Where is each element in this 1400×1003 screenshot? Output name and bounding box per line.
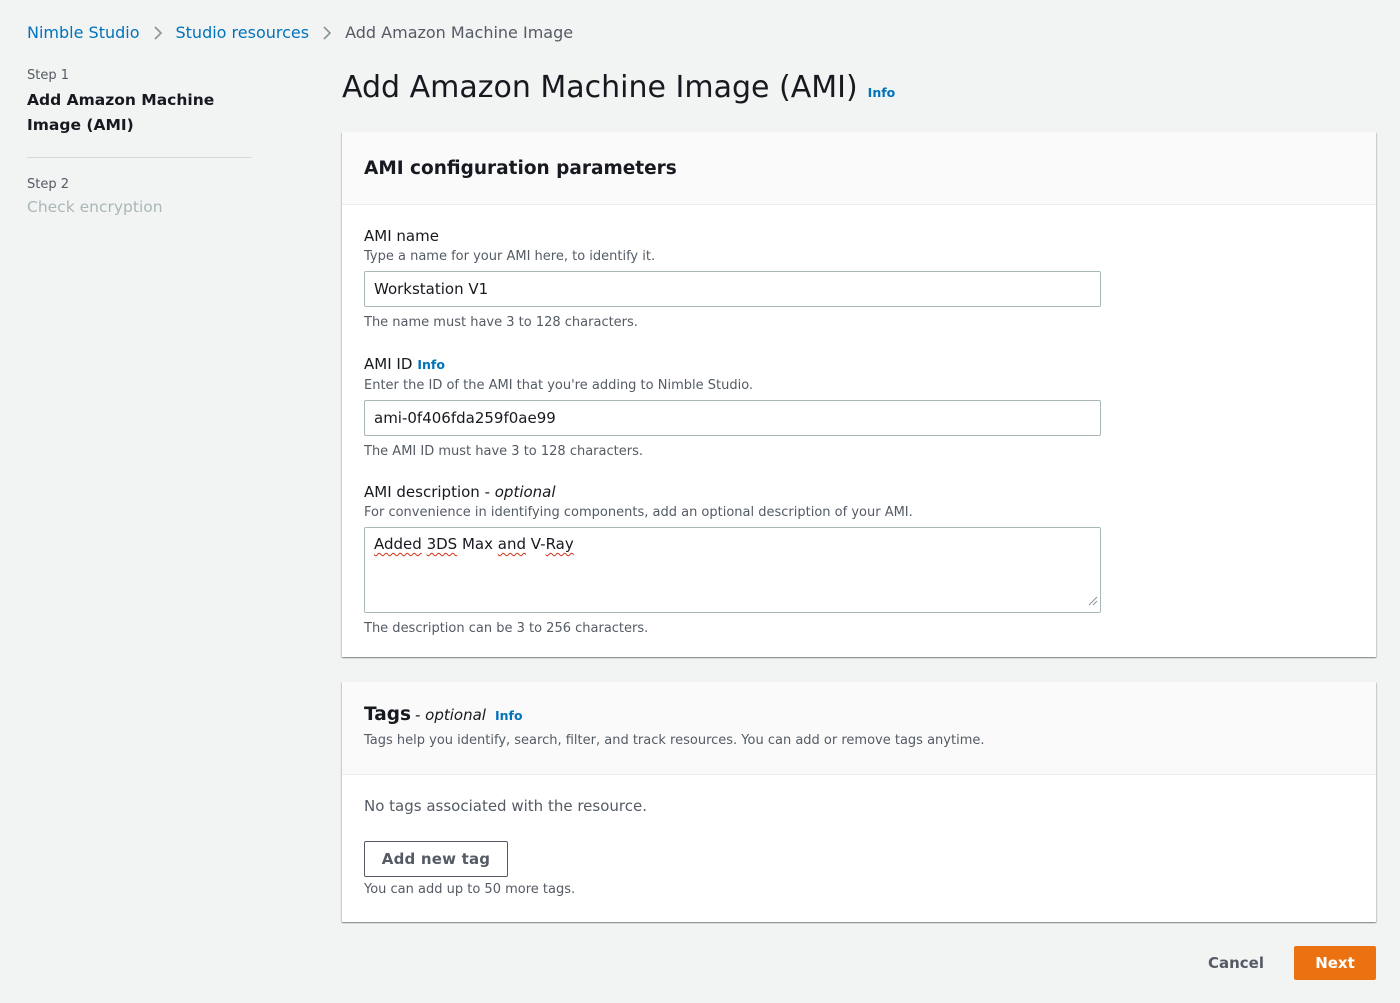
step-1-title: Add Amazon Machine Image (AMI) xyxy=(27,91,215,134)
breadcrumb-studio-resources[interactable]: Studio resources xyxy=(176,23,310,42)
ami-id-field: AMI ID Info Enter the ID of the AMI that… xyxy=(364,354,1101,461)
tags-title: Tags xyxy=(364,704,411,725)
cancel-button[interactable]: Cancel xyxy=(1193,946,1279,980)
ami-name-constraint: The name must have 3 to 128 characters. xyxy=(364,315,638,330)
misspelled-word: 3DS xyxy=(426,535,458,553)
step-2-title: Check encryption xyxy=(27,198,163,216)
no-tags-message: No tags associated with the resource. xyxy=(364,797,647,815)
ami-config-container: AMI configuration parameters AMI name Ty… xyxy=(342,132,1376,657)
ami-description-wrapper: Added 3DS Max and V-Ray xyxy=(364,527,1101,613)
ami-description-textarea[interactable]: Added 3DS Max and V-Ray xyxy=(364,527,1101,613)
step-1-number: Step 1 xyxy=(27,68,70,83)
optional-label: optional xyxy=(494,483,556,501)
ami-id-input[interactable] xyxy=(364,400,1101,436)
tags-container: Tags - optional Info Tags help you ident… xyxy=(342,682,1376,922)
tags-description: Tags help you identify, search, filter, … xyxy=(364,733,985,748)
ami-config-title: AMI configuration parameters xyxy=(364,157,677,179)
resize-handle-icon[interactable] xyxy=(1088,592,1098,610)
step-2: Step 2 Check encryption xyxy=(27,177,252,220)
step-2-number: Step 2 xyxy=(27,177,70,192)
ami-name-label: AMI name xyxy=(364,226,1101,246)
description-word: Max xyxy=(461,535,493,553)
next-button[interactable]: Next xyxy=(1294,946,1376,980)
tags-limit-text: You can add up to 50 more tags. xyxy=(364,882,576,897)
ami-id-description: Enter the ID of the AMI that you're addi… xyxy=(364,378,754,393)
ami-description-label: AMI description - optional xyxy=(364,483,556,501)
add-new-tag-button[interactable]: Add new tag xyxy=(364,841,508,877)
ami-config-header: AMI configuration parameters xyxy=(342,132,1376,205)
ami-description-field: AMI description - optional For convenien… xyxy=(364,482,1101,638)
misspelled-word-suffix: Ray xyxy=(545,535,574,553)
tags-optional-text: optional xyxy=(425,706,486,724)
ami-description-help: For convenience in identifying component… xyxy=(364,505,913,520)
tags-title-row: Tags - optional Info xyxy=(364,704,1354,725)
ami-name-description: Type a name for your AMI here, to identi… xyxy=(364,249,656,264)
chevron-right-icon xyxy=(153,25,163,41)
tags-header: Tags - optional Info Tags help you ident… xyxy=(342,682,1376,775)
description-word-prefix: V- xyxy=(530,535,546,553)
ami-description-label-text: AMI description xyxy=(364,483,480,501)
misspelled-word: Added xyxy=(374,535,422,553)
tags-info-link[interactable]: Info xyxy=(495,708,523,723)
step-divider xyxy=(27,157,252,158)
misspelled-word: and xyxy=(497,535,527,553)
ami-name-label-text: AMI name xyxy=(364,227,439,245)
chevron-right-icon xyxy=(322,25,332,41)
ami-name-field: AMI name Type a name for your AMI here, … xyxy=(364,226,1101,332)
tags-optional-label: - optional xyxy=(414,706,486,724)
page-info-link[interactable]: Info xyxy=(868,85,896,100)
step-1: Step 1 Add Amazon Machine Image (AMI) xyxy=(27,68,252,138)
ami-id-info-link[interactable]: Info xyxy=(417,355,445,375)
breadcrumb-nimble-studio[interactable]: Nimble Studio xyxy=(27,23,140,42)
ami-id-label-text: AMI ID xyxy=(364,355,413,373)
wizard-steps: Step 1 Add Amazon Machine Image (AMI) St… xyxy=(27,68,252,220)
ami-id-constraint: The AMI ID must have 3 to 128 characters… xyxy=(364,444,643,459)
breadcrumb: Nimble Studio Studio resources Add Amazo… xyxy=(27,23,573,42)
page-header: Add Amazon Machine Image (AMI) Info xyxy=(342,70,895,105)
ami-id-label: AMI ID Info xyxy=(364,354,1101,375)
ami-name-input[interactable] xyxy=(364,271,1101,307)
page-title: Add Amazon Machine Image (AMI) xyxy=(342,70,858,105)
ami-description-constraint: The description can be 3 to 256 characte… xyxy=(364,621,649,636)
breadcrumb-current: Add Amazon Machine Image xyxy=(345,23,574,42)
